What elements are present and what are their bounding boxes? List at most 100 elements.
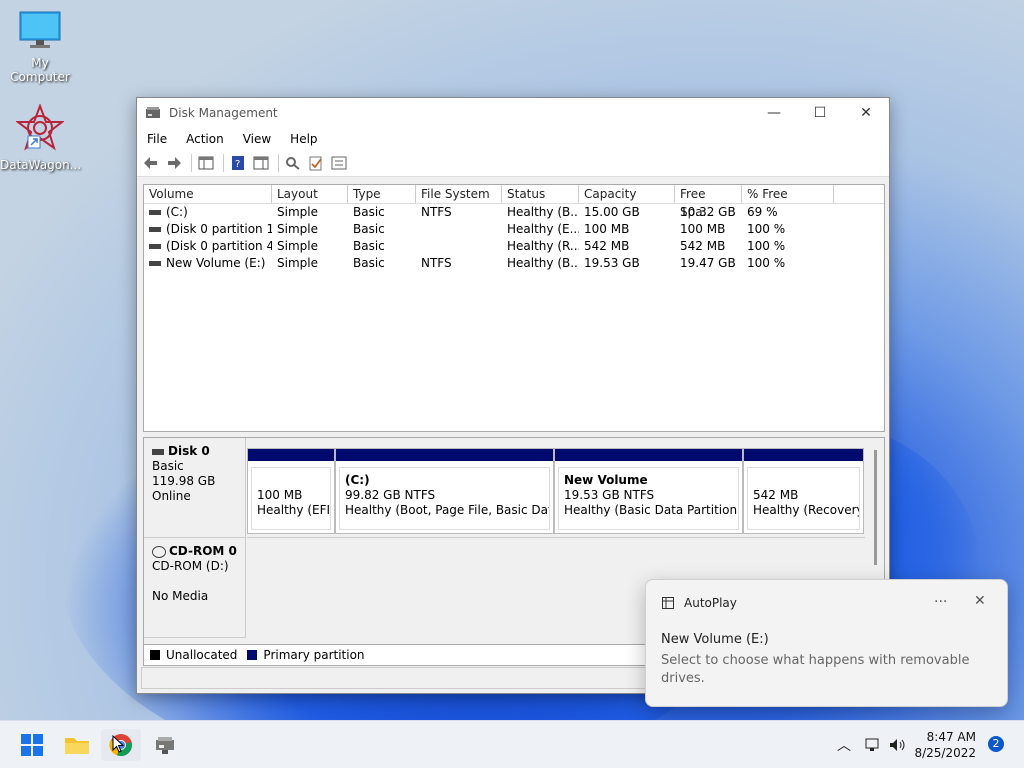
partition-info: 100 MB Healthy (EFI S: [251, 467, 331, 530]
column-header-status[interactable]: Status: [502, 185, 579, 203]
layout-cell: Simple: [277, 222, 318, 236]
partition-bar: [744, 449, 863, 461]
partition-status: Healthy (Boot, Page File, Basic Data Pa: [345, 503, 549, 517]
volume-name: New Volume (E:): [166, 256, 266, 270]
table-row[interactable]: (Disk 0 partition 4) Simple Basic Health…: [144, 238, 884, 255]
partition-info: New Volume 19.53 GB NTFS Healthy (Basic …: [558, 467, 739, 530]
type-cell: Basic: [353, 205, 385, 219]
toast-description: Select to choose what happens with remov…: [661, 653, 970, 686]
toolbar-separator: [223, 154, 224, 172]
table-row[interactable]: New Volume (E:) Simple Basic NTFS Health…: [144, 255, 884, 272]
legend-swatch-unallocated: [150, 650, 160, 660]
back-arrow-icon[interactable]: [141, 154, 161, 172]
clock[interactable]: 8:47 AM 8/25/2022: [914, 729, 976, 761]
legend-swatch-primary: [247, 650, 258, 660]
file-system-cell: [416, 238, 502, 255]
show-hide-console-tree-icon[interactable]: [196, 154, 216, 172]
autoplay-notification[interactable]: AutoPlay ··· ✕ New Volume (E:) Select to…: [645, 579, 1008, 707]
clock-date: 8/25/2022: [914, 746, 976, 760]
partition-c[interactable]: (C:) 99.82 GB NTFS Healthy (Boot, Page F…: [335, 448, 554, 534]
toolbar-separator: [278, 154, 279, 172]
column-header-file-system[interactable]: File System: [416, 185, 502, 203]
close-button[interactable]: ✕: [843, 98, 889, 128]
show-hidden-icons-button[interactable]: ︿: [837, 721, 851, 768]
folder-icon: [65, 738, 89, 754]
maximize-button[interactable]: ☐: [797, 98, 843, 128]
disk-name: CD-ROM 0: [169, 544, 237, 558]
column-header-capacity[interactable]: Capacity: [579, 185, 675, 203]
partition-bar: [248, 449, 334, 461]
partition-size: 100 MB: [257, 488, 303, 502]
toolbar-separator: [191, 154, 192, 172]
network-icon[interactable]: [865, 721, 881, 768]
percent-free-cell: 100 %: [747, 239, 786, 253]
show-hide-action-pane-icon[interactable]: [251, 154, 271, 172]
column-header-layout[interactable]: Layout: [272, 185, 348, 203]
capacity-cell: 19.53 GB: [584, 256, 640, 270]
toast-app-name: AutoPlay: [684, 596, 737, 610]
volume-icon[interactable]: [889, 721, 907, 768]
volume-icon: [149, 261, 161, 266]
disk-0-label[interactable]: Disk 0 Basic 119.98 GB Online: [144, 438, 246, 538]
desktop-icon-label: DataWagon...: [0, 158, 82, 172]
partition-recovery[interactable]: 542 MB Healthy (Recovery P: [743, 448, 864, 534]
disk-management-icon: [156, 737, 174, 754]
partition-status: Healthy (EFI S: [257, 503, 331, 517]
layout-cell: Simple: [277, 239, 318, 253]
partition-status: Healthy (Basic Data Partition): [564, 503, 739, 517]
scrollbar[interactable]: [874, 450, 877, 565]
disk-management-taskbar-button[interactable]: [145, 729, 185, 761]
table-row[interactable]: (C:) Simple Basic NTFS Healthy (B... 15.…: [144, 204, 884, 221]
partition-name: (C:): [345, 473, 370, 487]
partition-name: [753, 473, 854, 488]
menu-help[interactable]: Help: [280, 132, 326, 146]
desktop-icon-datawagon[interactable]: DataWagon...: [0, 103, 82, 172]
rescan-disks-icon[interactable]: [283, 154, 303, 172]
column-header-percent-free[interactable]: % Free: [742, 185, 834, 203]
toast-close-button[interactable]: ✕: [974, 593, 986, 609]
column-header-type[interactable]: Type: [348, 185, 416, 203]
partition-bar: [336, 449, 553, 461]
disk-state: Online: [152, 489, 191, 503]
partition-status: Healthy (Recovery P: [753, 503, 860, 517]
partition-name: [257, 473, 325, 488]
cdrom-0-label[interactable]: CD-ROM 0 CD-ROM (D:) No Media: [144, 538, 246, 638]
minimize-button[interactable]: —: [751, 98, 797, 128]
partition-efi[interactable]: 100 MB Healthy (EFI S: [247, 448, 335, 534]
column-header-volume[interactable]: Volume: [144, 185, 272, 203]
clock-time: 8:47 AM: [926, 730, 976, 744]
type-cell: Basic: [353, 239, 385, 253]
status-cell: Healthy (B...: [507, 205, 579, 219]
file-system-cell: [416, 221, 502, 238]
menu-file[interactable]: File: [137, 132, 176, 146]
column-header-free-space[interactable]: Free Spa...: [675, 185, 742, 219]
settings-list-icon[interactable]: [329, 154, 349, 172]
partition-new-volume[interactable]: New Volume 19.53 GB NTFS Healthy (Basic …: [554, 448, 743, 534]
table-row[interactable]: (Disk 0 partition 1) Simple Basic Health…: [144, 221, 884, 238]
start-button[interactable]: [12, 729, 52, 761]
title-bar[interactable]: Disk Management — ☐ ✕: [137, 98, 889, 128]
volume-list-header: Volume Layout Type File System Status Ca…: [144, 185, 884, 219]
volume-cell: (Disk 0 partition 1): [144, 221, 272, 238]
free-space-cell: 542 MB: [680, 239, 726, 253]
monitor-icon: [0, 10, 80, 53]
volume-name: (Disk 0 partition 1): [166, 222, 272, 236]
desktop-icon-my-computer[interactable]: My Computer: [0, 10, 80, 84]
free-space-cell: 100 MB: [680, 222, 726, 236]
capacity-cell: 542 MB: [584, 239, 630, 253]
partition-bar: [555, 449, 742, 461]
partition-info: 542 MB Healthy (Recovery P: [747, 467, 860, 530]
file-explorer-button[interactable]: [57, 729, 97, 761]
notification-badge[interactable]: 2: [988, 736, 1004, 752]
svg-text:?: ?: [235, 159, 240, 170]
taskbar: ︿ 8:47 AM 8/25/2022: [0, 720, 1024, 768]
menu-view[interactable]: View: [233, 132, 280, 146]
menu-action[interactable]: Action: [176, 132, 233, 146]
free-space-cell: 19.47 GB: [680, 256, 736, 270]
windows-logo-icon: [21, 734, 43, 756]
help-icon[interactable]: ?: [228, 154, 248, 172]
forward-arrow-icon[interactable]: [164, 154, 184, 172]
more-options-icon[interactable]: ···: [934, 594, 947, 610]
check-properties-icon[interactable]: [306, 154, 326, 172]
disk-type: Basic: [152, 459, 184, 473]
